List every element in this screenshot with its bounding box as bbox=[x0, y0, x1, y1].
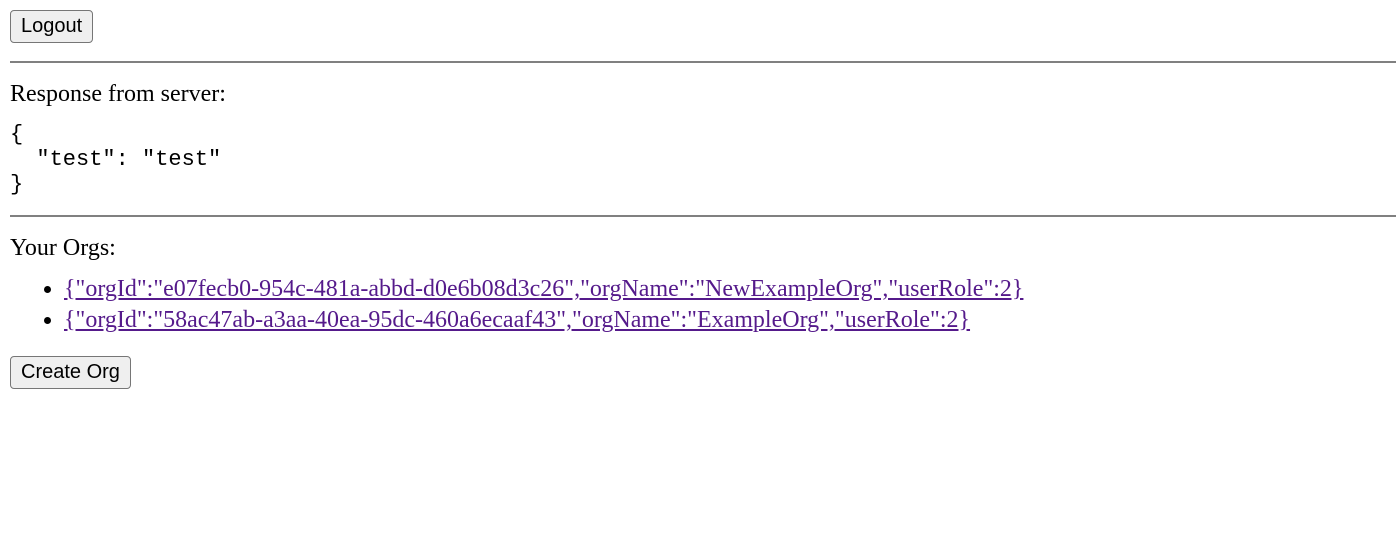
server-response-label: Response from server: bbox=[10, 81, 1396, 108]
divider bbox=[10, 61, 1396, 63]
org-link[interactable]: {"orgId":"58ac47ab-a3aa-40ea-95dc-460a6e… bbox=[64, 307, 970, 333]
list-item: {"orgId":"e07fecb0-954c-481a-abbd-d0e6b0… bbox=[64, 276, 1396, 303]
orgs-list: {"orgId":"e07fecb0-954c-481a-abbd-d0e6b0… bbox=[10, 276, 1396, 334]
your-orgs-label: Your Orgs: bbox=[10, 235, 1396, 262]
logout-button[interactable]: Logout bbox=[10, 10, 93, 43]
org-link[interactable]: {"orgId":"e07fecb0-954c-481a-abbd-d0e6b0… bbox=[64, 276, 1023, 302]
list-item: {"orgId":"58ac47ab-a3aa-40ea-95dc-460a6e… bbox=[64, 307, 1396, 334]
create-org-button[interactable]: Create Org bbox=[10, 356, 131, 389]
server-response-body: { "test": "test" } bbox=[10, 122, 1396, 197]
divider bbox=[10, 215, 1396, 217]
